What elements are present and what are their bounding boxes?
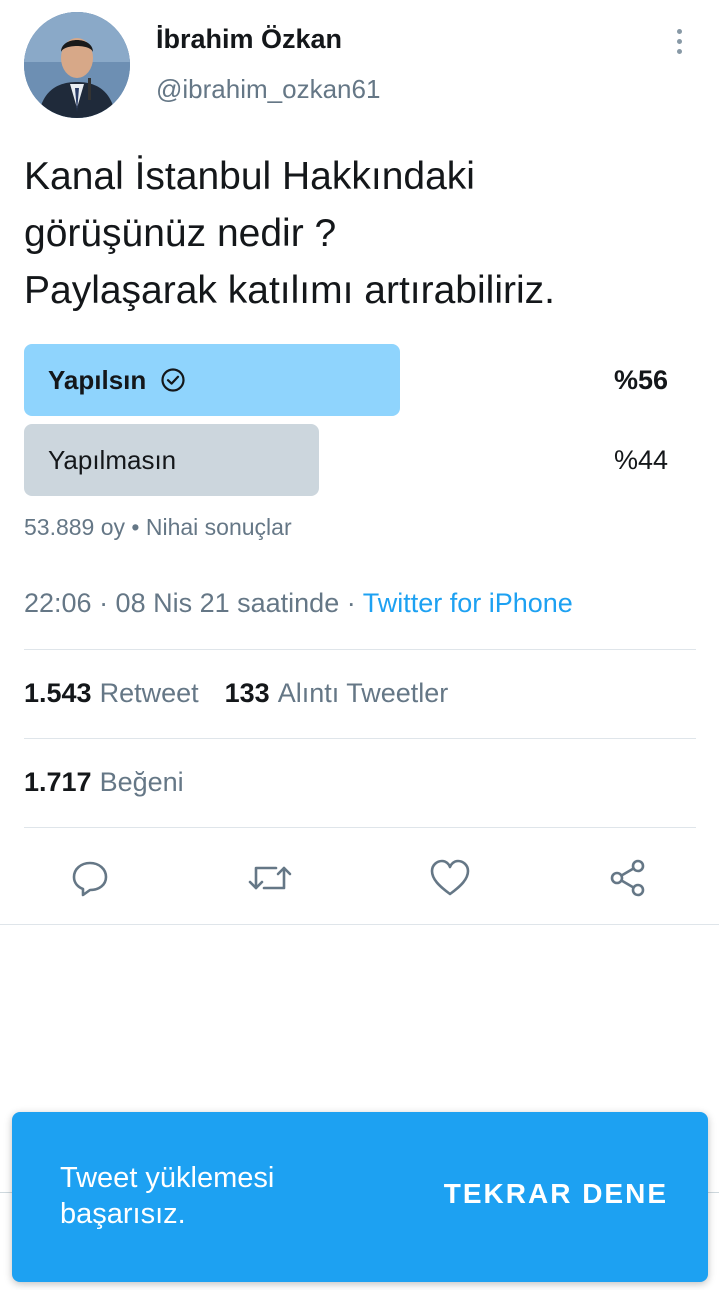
poll-option-1: Yapılsın %56 [24, 344, 694, 416]
poll-option-text: Yapılsın [48, 365, 147, 395]
poll-percent: %44 [613, 445, 668, 475]
retry-button[interactable]: TEKRAR DENE [444, 1178, 668, 1210]
tweet-actions [0, 846, 719, 910]
divider [24, 649, 696, 650]
divider [0, 924, 719, 925]
likes-count: 1.717 [24, 767, 92, 797]
retweet-icon[interactable] [248, 856, 292, 900]
likes-label: Beğeni [99, 767, 184, 797]
tweet-timestamp: 22:06 · 08 Nis 21 saatinde · Twitter for… [24, 588, 573, 619]
retweet-stats: 1.543 Retweet 133 Alıntı Tweetler [24, 678, 448, 709]
user-handle[interactable]: @ibrahim_ozkan61 [156, 74, 380, 105]
poll-meta: 53.889 oy • Nihai sonuçlar [24, 514, 292, 540]
snackbar-message: Tweet yüklemesi başarısız. [60, 1162, 275, 1230]
quotes-count: 133 [224, 678, 270, 708]
poll-percent: %56 [613, 365, 668, 395]
divider [0, 1192, 12, 1193]
avatar[interactable] [24, 12, 130, 118]
check-circle-icon [161, 368, 185, 392]
tweet-text: Kanal İstanbul Hakkındaki görüşünüz nedi… [24, 155, 555, 312]
more-options-icon[interactable] [664, 26, 694, 56]
retweets-count: 1.543 [24, 678, 92, 708]
divider [24, 738, 696, 739]
poll-option-text: Yapılmasın [48, 445, 177, 475]
poll-option-label: Yapılsın [48, 344, 186, 416]
retweets-label: Retweet [99, 678, 199, 708]
poll-option-2: Yapılmasın %44 [24, 424, 694, 496]
quotes-label: Alıntı Tweetler [277, 678, 449, 708]
divider [24, 827, 696, 828]
user-name[interactable]: İbrahim Özkan [156, 24, 342, 55]
quotes-stat[interactable]: 133 Alıntı Tweetler [225, 678, 449, 709]
tweet-source-link[interactable]: Twitter for iPhone [363, 588, 573, 618]
share-icon[interactable] [606, 856, 650, 900]
tweet-header: İbrahim Özkan @ibrahim_ozkan61 [0, 0, 719, 130]
timestamp-text: 22:06 · 08 Nis 21 saatinde · [24, 588, 363, 618]
like-icon[interactable] [428, 856, 472, 900]
poll-option-label: Yapılmasın [48, 424, 176, 496]
reply-icon[interactable] [68, 856, 112, 900]
divider [707, 1192, 719, 1193]
error-snackbar: Tweet yüklemesi başarısız. TEKRAR DENE [12, 1112, 708, 1282]
retweets-stat[interactable]: 1.543 Retweet [24, 678, 199, 709]
likes-stats[interactable]: 1.717 Beğeni [24, 767, 184, 798]
